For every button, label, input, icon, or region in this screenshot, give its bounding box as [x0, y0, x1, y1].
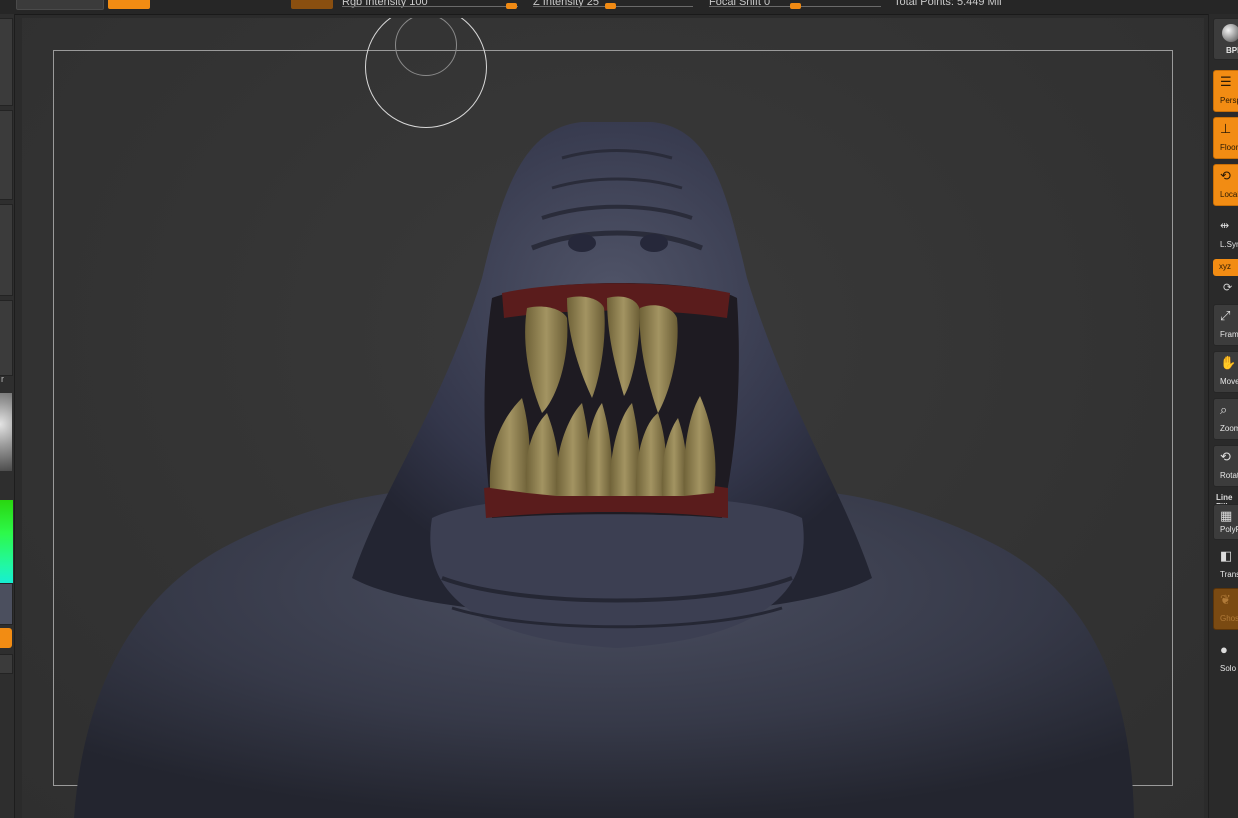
- floor-button[interactable]: ⊥ Floor: [1213, 117, 1238, 159]
- rgb-intensity-slider-knob[interactable]: [506, 3, 517, 9]
- solo-spheres-icon: ●: [1220, 642, 1228, 657]
- ghost-icon: ❦: [1220, 592, 1231, 607]
- local-rotate-icon: ⟲: [1220, 168, 1231, 183]
- material-thumbnail[interactable]: [0, 393, 12, 471]
- hand-icon: ✋: [1220, 355, 1237, 370]
- transparency-button[interactable]: ◧ Transp: [1213, 544, 1238, 586]
- frame-button[interactable]: ⤢ Frame: [1213, 304, 1238, 346]
- bpr-label: BPR: [1226, 46, 1238, 55]
- move-label: Move: [1220, 377, 1238, 386]
- ghost-button[interactable]: ❦ Ghost: [1213, 588, 1238, 630]
- rgb-intensity-slider[interactable]: [342, 6, 518, 7]
- local-button[interactable]: ⟲ Local: [1213, 164, 1238, 206]
- toolbar-button-left[interactable]: [16, 0, 104, 10]
- left-tray-button-4[interactable]: [0, 300, 13, 376]
- transparency-icon: ◧: [1220, 548, 1233, 563]
- canvas-viewport[interactable]: [22, 18, 1204, 818]
- local-symmetry-button[interactable]: ⇹ L.Sym: [1213, 214, 1238, 256]
- symmetry-arrows-icon: ⇹: [1220, 220, 1230, 232]
- perspective-button[interactable]: ☰ Persp: [1213, 70, 1238, 112]
- polyf-label: PolyF: [1220, 525, 1238, 534]
- frame-expand-icon: ⤢: [1220, 308, 1231, 323]
- left-tray-button-2[interactable]: [0, 110, 13, 200]
- sphere-icon: [1222, 24, 1238, 42]
- total-points-readout: Total Points: 5.449 Mil: [894, 0, 1002, 8]
- polyf-button[interactable]: ▦ PolyF: [1213, 504, 1238, 540]
- left-tray-cut-letter: r: [1, 374, 4, 384]
- move-button[interactable]: ✋ Move: [1213, 351, 1238, 393]
- left-tray-button-5[interactable]: [0, 654, 13, 674]
- left-tray: r: [0, 14, 15, 818]
- right-shelf: BPR ☰ Persp ⊥ Floor ⟲ Local ⇹ L.Sym xyz …: [1208, 14, 1238, 818]
- ghost-label: Ghost: [1220, 614, 1238, 623]
- zoom3d-button[interactable]: ⌕ Zoom3D: [1213, 398, 1238, 440]
- solo-label: Solo: [1220, 664, 1237, 673]
- lsym-label: L.Sym: [1220, 240, 1238, 249]
- left-tray-button-1[interactable]: [0, 18, 13, 106]
- z-intensity-slider-knob[interactable]: [605, 3, 616, 9]
- local-label: Local: [1220, 190, 1238, 199]
- color-picker-strip[interactable]: [0, 500, 13, 594]
- rotate-cycle-icon[interactable]: ⟳: [1223, 281, 1232, 294]
- left-tray-button-3[interactable]: [0, 204, 13, 296]
- frame-label: Frame: [1220, 330, 1238, 339]
- perspective-label: Persp: [1220, 96, 1238, 105]
- polygroup-grid-icon: ▦: [1220, 508, 1233, 523]
- active-mode-button[interactable]: [108, 0, 150, 9]
- magnifier-icon: ⌕: [1220, 402, 1228, 417]
- focal-shift-slider-knob[interactable]: [790, 3, 801, 9]
- bpr-render-button[interactable]: BPR: [1213, 18, 1238, 60]
- color-swatch-button[interactable]: [291, 0, 333, 9]
- solo-button[interactable]: ● Solo: [1213, 638, 1238, 680]
- rotate-label: Rotate: [1220, 471, 1238, 480]
- perspective-grid-icon: ☰: [1220, 74, 1232, 89]
- zoom-label: Zoom3D: [1220, 424, 1238, 433]
- floor-label: Floor: [1220, 143, 1238, 152]
- sculpt-model[interactable]: [22, 18, 1204, 818]
- left-tray-accent-button[interactable]: [0, 628, 12, 648]
- transp-label: Transp: [1220, 570, 1238, 579]
- color-swatch-secondary[interactable]: [0, 583, 13, 625]
- floor-icon: ⊥: [1220, 121, 1232, 136]
- top-toolbar: Rgb Intensity 100 Z Intensity 25 Focal S…: [0, 0, 1238, 15]
- xyz-axis-button[interactable]: xyz: [1213, 259, 1238, 276]
- rotate-lock-icon: ⟲: [1220, 449, 1231, 464]
- rotate-button[interactable]: ⟲ Rotate: [1213, 445, 1238, 487]
- xyz-label: xyz: [1219, 262, 1231, 271]
